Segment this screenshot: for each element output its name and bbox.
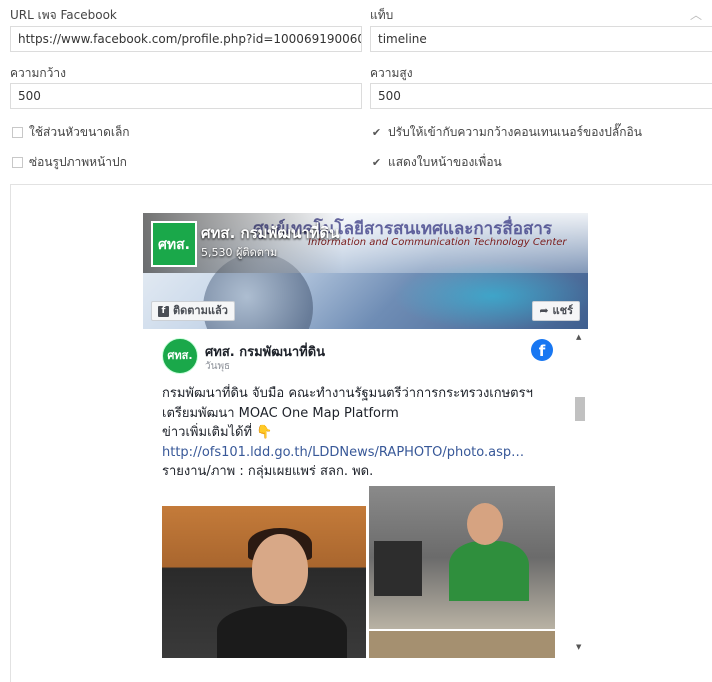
facebook-logo-icon[interactable]: f	[531, 339, 553, 361]
hide-cover-checkbox[interactable]	[12, 157, 23, 168]
photo-third[interactable]	[369, 631, 555, 658]
width-input[interactable]: 500	[10, 83, 362, 109]
post-line: ข่าวเพิ่มเติมได้ที่ 👇	[162, 425, 273, 440]
follow-button-label: ติดตามแล้ว	[173, 304, 228, 317]
post: ศทส. ศทส. กรมพัฒนาที่ดิน วันพุธ f กรมพัฒ…	[143, 329, 563, 658]
post-avatar[interactable]: ศทส.	[162, 338, 198, 374]
scrollbar[interactable]: ▲ ▼	[572, 329, 588, 658]
width-label: ความกว้าง	[10, 66, 67, 80]
url-input[interactable]: https://www.facebook.com/profile.php?id=…	[10, 26, 362, 52]
follow-button[interactable]: f ติดตามแล้ว	[151, 301, 235, 321]
small-header-option[interactable]: ใช้ส่วนหัวขนาดเล็ก	[12, 123, 130, 142]
post-line: กรมพัฒนาที่ดิน จับมือ คณะทำงานรัฐมนตรีว่…	[162, 386, 533, 401]
adapt-width-label: ปรับให้เข้ากับความกว้างคอนเทนเนอร์ของปลั…	[388, 125, 642, 139]
photo-speaker[interactable]	[162, 506, 366, 658]
small-header-checkbox[interactable]	[12, 127, 23, 138]
adapt-width-option[interactable]: ✔ ปรับให้เข้ากับความกว้างคอนเทนเนอร์ของป…	[371, 123, 642, 142]
post-line: รายงาน/ภาพ : กลุ่มเผยแพร่ สลก. พด.	[162, 464, 374, 479]
page-logo[interactable]: ศทส.	[151, 221, 197, 267]
share-icon: ➦	[539, 304, 549, 317]
show-faces-option[interactable]: ✔ แสดงใบหน้าของเพื่อน	[371, 153, 502, 172]
scroll-thumb[interactable]	[575, 397, 585, 421]
cover-photo[interactable]: ศูนย์เทคโนโลยีสารสนเทศและการสื่อสาร Info…	[143, 213, 588, 329]
post-link[interactable]: http://ofs101.ldd.go.th/LDDNews/RAPHOTO/…	[162, 443, 562, 463]
tab-input[interactable]: timeline	[370, 26, 712, 52]
height-label: ความสูง	[370, 66, 413, 80]
post-body: กรมพัฒนาที่ดิน จับมือ คณะทำงานรัฐมนตรีว่…	[162, 384, 562, 482]
facebook-page-plugin: ศูนย์เทคโนโลยีสารสนเทศและการสื่อสาร Info…	[143, 213, 588, 658]
small-header-label: ใช้ส่วนหัวขนาดเล็ก	[29, 125, 130, 139]
scroll-up-arrow-icon[interactable]: ▲	[576, 333, 581, 341]
chevron-up-icon[interactable]: ︿	[690, 6, 702, 23]
show-faces-label: แสดงใบหน้าของเพื่อน	[388, 155, 502, 169]
hide-cover-option[interactable]: ซ่อนรูปภาพหน้าปก	[12, 153, 127, 172]
post-line: เตรียมพัฒนา MOAC One Map Platform	[162, 405, 399, 421]
share-button-label: แชร์	[552, 304, 573, 317]
page-name[interactable]: ศทส. กรมพัฒนาที่ดิน	[201, 221, 340, 245]
show-faces-checkbox[interactable]: ✔	[371, 157, 382, 168]
hide-cover-label: ซ่อนรูปภาพหน้าปก	[29, 155, 127, 169]
share-button[interactable]: ➦ แชร์	[532, 301, 580, 321]
tab-label: แท็บ	[370, 8, 394, 22]
cover-subtitle: Information and Communication Technology…	[308, 237, 567, 248]
post-photos[interactable]	[162, 486, 555, 658]
facebook-icon: f	[158, 305, 169, 317]
post-timestamp[interactable]: วันพุธ	[205, 359, 230, 374]
follower-count: 5,530 ผู้ติดตาม	[201, 246, 278, 259]
scroll-down-arrow-icon[interactable]: ▼	[576, 643, 581, 651]
url-label: URL เพจ Facebook	[10, 8, 117, 22]
adapt-width-checkbox[interactable]: ✔	[371, 127, 382, 138]
photo-meeting[interactable]	[369, 486, 555, 629]
height-input[interactable]: 500	[370, 83, 712, 109]
